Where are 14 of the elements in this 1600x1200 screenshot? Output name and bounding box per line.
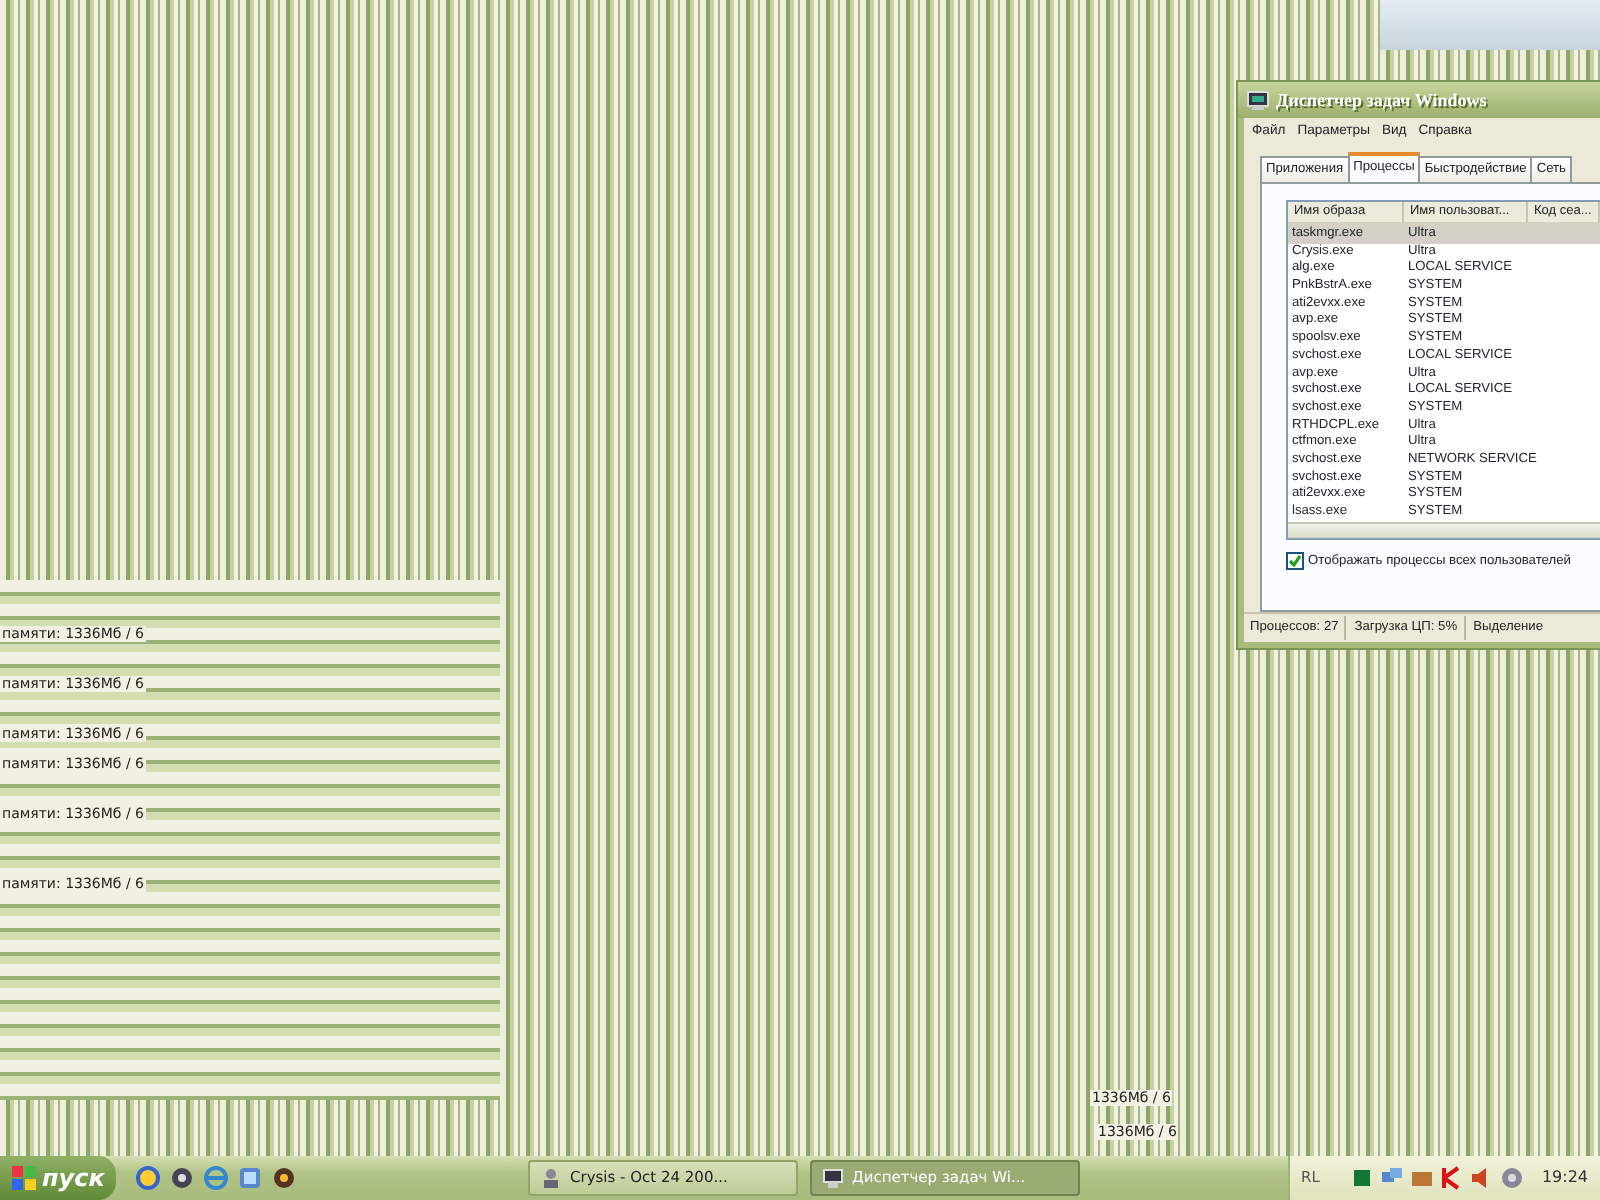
check-icon [1288,554,1302,569]
k-letter-icon[interactable] [1439,1166,1464,1190]
square-icon[interactable] [1349,1166,1374,1190]
horizontal-scrollbar[interactable] [1288,521,1600,538]
checkbox[interactable] [1286,552,1304,571]
monitor-icon [822,1167,844,1189]
flag-icon [12,1166,36,1190]
window-icon[interactable] [238,1166,262,1190]
window-title: Диспетчер задач Windows [1276,88,1487,114]
disc-icon[interactable] [170,1166,194,1190]
circle-icon[interactable] [136,1166,160,1190]
clock: 19:24 [1541,1166,1588,1190]
monitor-icon [1246,89,1270,111]
folder-icon[interactable] [1409,1166,1434,1190]
